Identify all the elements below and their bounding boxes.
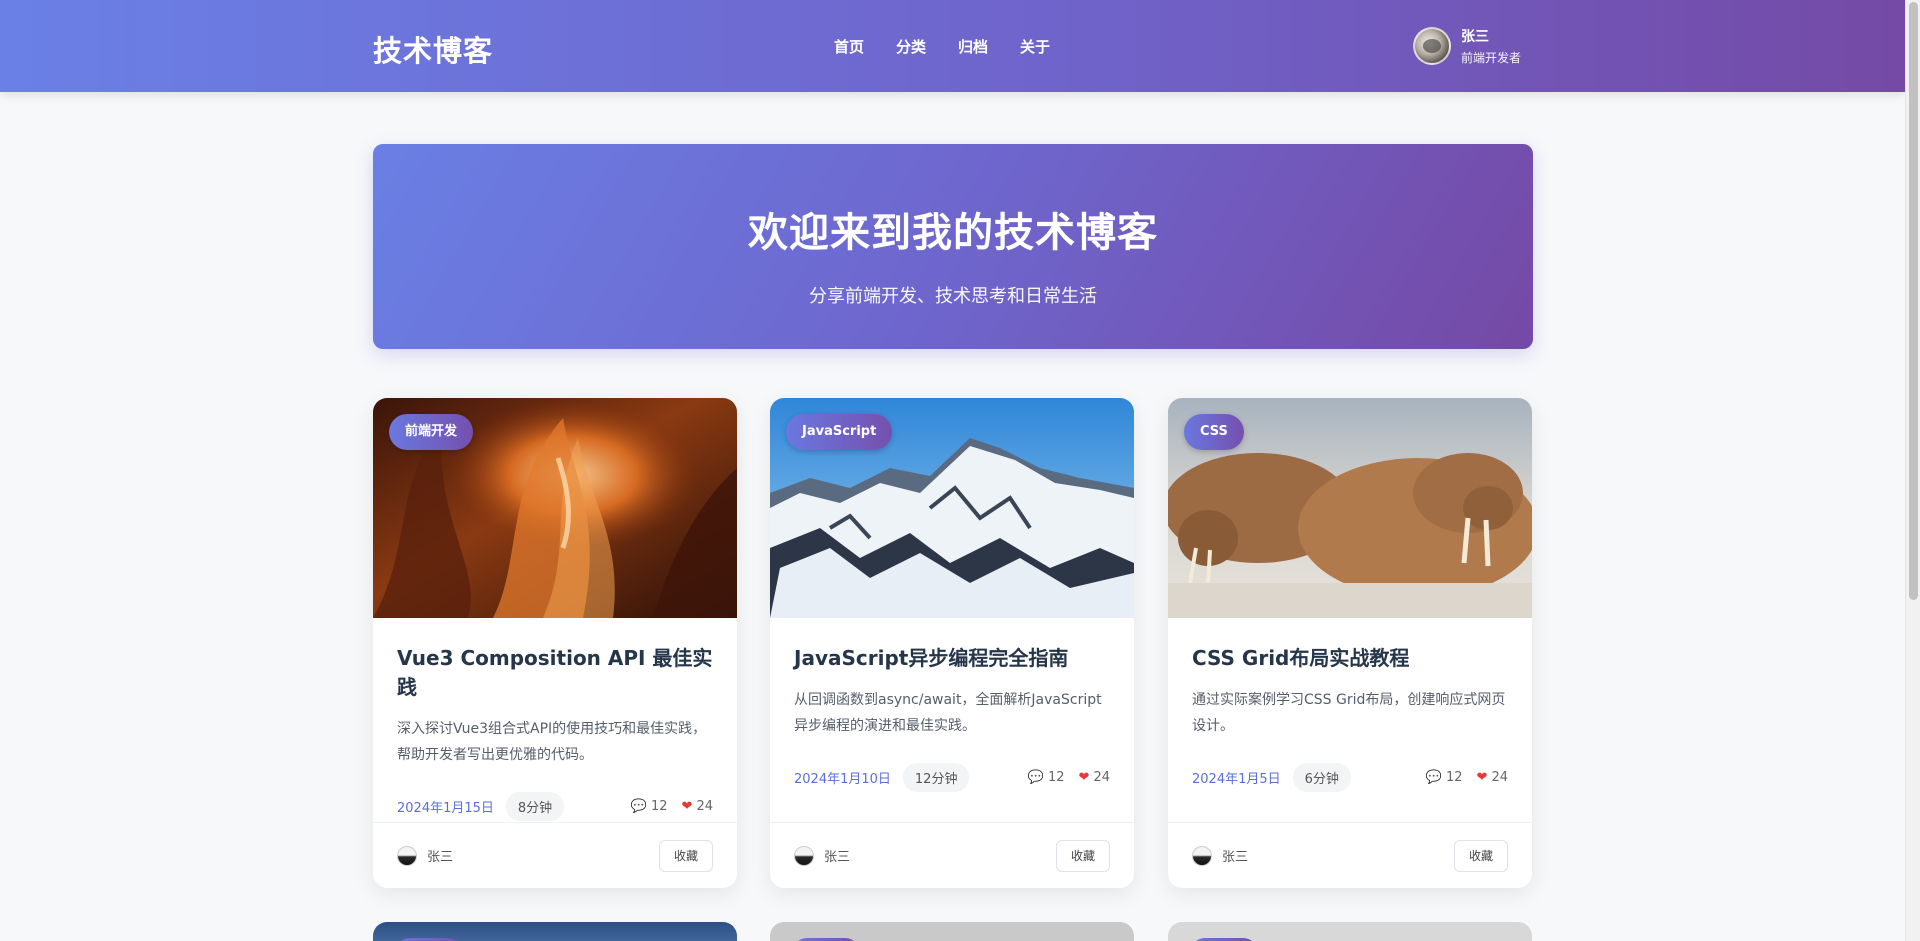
hero-title: 欢迎来到我的技术博客 <box>748 210 1158 256</box>
read-time-badge: 8分钟 <box>505 792 565 821</box>
like-count[interactable]: ❤ 24 <box>1079 770 1110 785</box>
post-title[interactable]: Vue3 Composition API 最佳实践 <box>397 642 713 700</box>
post-date: 2024年1月10日 <box>794 772 891 787</box>
comment-count[interactable]: 💬 12 <box>1426 770 1463 785</box>
author-avatar <box>1192 845 1212 866</box>
nav-archive[interactable]: 归档 <box>958 36 988 57</box>
category-tag[interactable]: JavaScript <box>786 414 893 450</box>
comment-count[interactable]: 💬 12 <box>631 799 668 814</box>
speech-bubble-icon: 💬 <box>630 799 647 814</box>
post-title[interactable]: CSS Grid布局实战教程 <box>1192 642 1508 671</box>
site-header: 技术博客 首页 分类 归档 关于 张三 前端开发者 <box>0 0 1905 92</box>
read-time-badge: 6分钟 <box>1292 763 1351 792</box>
heart-icon: ❤ <box>681 799 693 814</box>
post-title[interactable]: JavaScript异步编程完全指南 <box>794 642 1110 671</box>
post-card[interactable]: CSS CSS Grid布局实战教程 通过实际案例学习CSS Grid布局，创建… <box>1168 398 1532 888</box>
post-meta: 2024年1月15日 8分钟 💬 12 ❤ 24 <box>397 792 713 821</box>
post-card-partial[interactable] <box>373 922 737 941</box>
post-cover-image[interactable]: CSS <box>1168 398 1532 618</box>
post-excerpt: 从回调函数到async/await，全面解析JavaScript异步编程的演进和… <box>794 692 1102 734</box>
nav-home[interactable]: 首页 <box>834 36 864 57</box>
author-avatar <box>397 845 417 866</box>
post-card-partial[interactable] <box>1168 922 1532 941</box>
category-tag[interactable]: 前端开发 <box>389 414 474 450</box>
category-tag[interactable]: CSS <box>1184 414 1244 450</box>
post-meta: 2024年1月10日 12分钟 💬 12 ❤ 24 <box>794 763 1110 792</box>
comment-count[interactable]: 💬 12 <box>1028 770 1065 785</box>
post-meta: 2024年1月5日 6分钟 💬 12 ❤ 24 <box>1192 763 1508 792</box>
like-count[interactable]: ❤ 24 <box>682 799 713 814</box>
nav-about[interactable]: 关于 <box>1020 36 1050 57</box>
favorite-button[interactable]: 收藏 <box>1453 839 1508 872</box>
post-date: 2024年1月5日 <box>1192 772 1281 787</box>
user-name: 张三 <box>1461 29 1489 45</box>
author-name: 张三 <box>1222 850 1249 865</box>
speech-bubble-icon: 💬 <box>1027 770 1044 785</box>
hero-banner: 欢迎来到我的技术博客 分享前端开发、技术思考和日常生活 <box>373 144 1533 349</box>
heart-icon: ❤ <box>1476 770 1488 785</box>
card-footer: 张三 收藏 <box>373 822 737 888</box>
post-date: 2024年1月15日 <box>397 801 494 816</box>
post-card-partial[interactable] <box>770 922 1134 941</box>
main-nav: 首页 分类 归档 关于 <box>834 36 1082 57</box>
speech-bubble-icon: 💬 <box>1425 770 1442 785</box>
avatar <box>1413 27 1451 65</box>
post-cover-image[interactable]: 前端开发 <box>373 398 737 618</box>
author-avatar <box>794 845 814 866</box>
author-name: 张三 <box>427 850 454 865</box>
read-time-badge: 12分钟 <box>902 763 970 792</box>
site-logo[interactable]: 技术博客 <box>373 28 493 70</box>
card-footer: 张三 收藏 <box>770 822 1134 888</box>
user-role: 前端开发者 <box>1461 51 1522 65</box>
post-cover-image[interactable]: JavaScript <box>770 398 1134 618</box>
post-card[interactable]: JavaScript JavaScript异步编程完全指南 从回调函数到asyn… <box>770 398 1134 888</box>
nav-categories[interactable]: 分类 <box>896 36 926 57</box>
favorite-button[interactable]: 收藏 <box>1055 839 1110 872</box>
user-profile[interactable]: 张三 前端开发者 <box>1413 26 1521 66</box>
hero-subtitle: 分享前端开发、技术思考和日常生活 <box>809 286 1097 307</box>
heart-icon: ❤ <box>1078 770 1090 785</box>
scrollbar-thumb[interactable] <box>1909 2 1918 600</box>
author-name: 张三 <box>824 850 851 865</box>
card-footer: 张三 收藏 <box>1168 822 1532 888</box>
post-excerpt: 深入探讨Vue3组合式API的使用技巧和最佳实践，帮助开发者写出更优雅的代码。 <box>397 721 707 763</box>
page-scrollbar[interactable] <box>1905 0 1920 941</box>
like-count[interactable]: ❤ 24 <box>1477 770 1508 785</box>
post-card[interactable]: 前端开发 Vue3 Composition API 最佳实践 深入探讨Vue3组… <box>373 398 737 888</box>
post-excerpt: 通过实际案例学习CSS Grid布局，创建响应式网页设计。 <box>1192 692 1506 734</box>
favorite-button[interactable]: 收藏 <box>658 839 713 872</box>
